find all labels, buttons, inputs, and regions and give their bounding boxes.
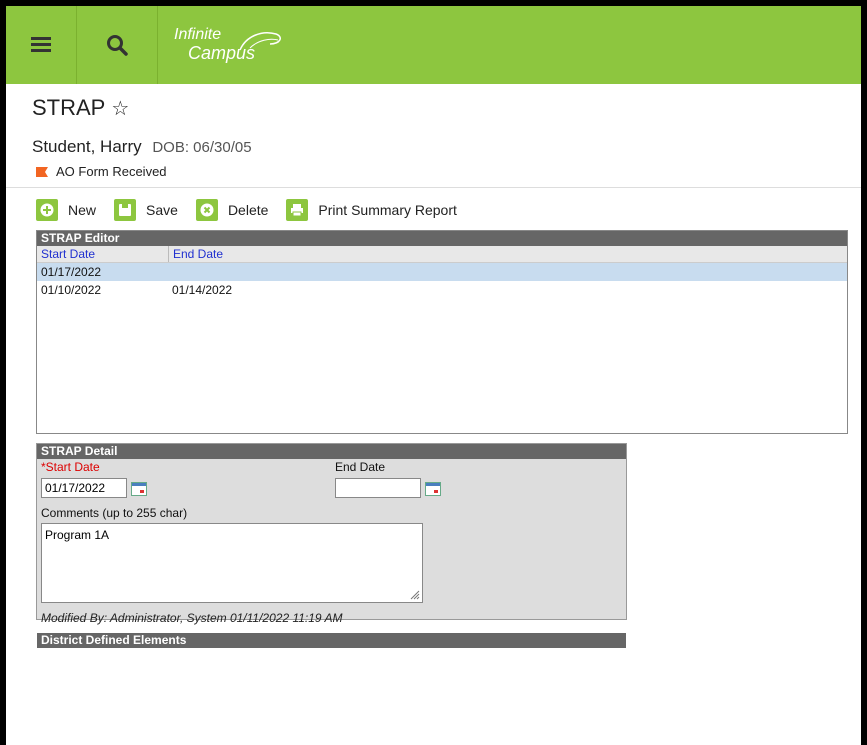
- star-icon[interactable]: ☆: [111, 96, 129, 121]
- student-name: Student, Harry: [32, 137, 142, 156]
- save-label: Save: [146, 202, 178, 218]
- top-bar: Infinite Campus: [6, 6, 861, 84]
- comments-textarea[interactable]: Program 1A: [41, 523, 423, 603]
- district-defined-elements-header[interactable]: District Defined Elements: [37, 633, 626, 648]
- page-title: STRAP ☆: [32, 95, 129, 121]
- calendar-icon[interactable]: [131, 482, 147, 496]
- search-button[interactable]: [77, 6, 158, 84]
- cell-end-date: 01/14/2022: [172, 283, 233, 297]
- start-date-label: *Start Date: [41, 460, 100, 474]
- strap-editor: STRAP Editor Start Date End Date 01/17/2…: [36, 230, 848, 434]
- cell-start-date: 01/17/2022: [41, 265, 102, 279]
- x-circle-icon: [195, 199, 218, 221]
- logo-swoosh-icon: [239, 32, 281, 51]
- print-label: Print Summary Report: [318, 202, 457, 218]
- infinite-campus-logo: Infinite Campus: [174, 26, 281, 62]
- cell-start-date: 01/10/2022: [41, 283, 102, 297]
- printer-icon: [286, 199, 309, 221]
- print-summary-report-button[interactable]: Print Summary Report: [286, 199, 457, 221]
- calendar-icon[interactable]: [425, 482, 441, 496]
- strap-detail: STRAP Detail *Start Date 01/17/2022 End …: [36, 443, 627, 648]
- editor-header: STRAP Editor: [37, 231, 847, 246]
- resize-grip-icon[interactable]: [410, 590, 420, 600]
- comments-text: Program 1A: [45, 528, 110, 542]
- cell-end-date: [168, 263, 172, 281]
- new-label: New: [68, 202, 97, 218]
- hamburger-icon: [31, 37, 51, 53]
- save-button[interactable]: Save: [114, 199, 178, 221]
- modified-by-text: Modified By: Administrator, System 01/11…: [41, 611, 343, 625]
- toolbar: New Save Delete Print Summary Report: [36, 198, 475, 222]
- menu-button[interactable]: [6, 6, 77, 84]
- save-icon: [114, 199, 137, 221]
- column-header-end-date[interactable]: End Date: [169, 246, 223, 262]
- start-date-field[interactable]: 01/17/2022: [41, 478, 127, 498]
- student-info: Student, Harry DOB: 06/30/05: [32, 137, 252, 157]
- column-header-start-date[interactable]: Start Date: [37, 246, 169, 262]
- end-date-label: End Date: [335, 460, 386, 474]
- plus-circle-icon: [36, 199, 58, 221]
- flag-icon: [36, 166, 48, 177]
- end-date-field[interactable]: [335, 478, 421, 498]
- header-divider: [6, 187, 861, 188]
- table-row[interactable]: 01/10/2022 01/14/2022: [37, 281, 847, 299]
- app-window: Infinite Campus STRAP ☆ Student, Harry D…: [6, 6, 861, 745]
- flag-text: AO Form Received: [56, 164, 167, 179]
- flag-row: AO Form Received: [36, 164, 167, 179]
- comments-label: Comments (up to 255 char): [41, 506, 188, 520]
- new-button[interactable]: New: [36, 199, 96, 221]
- search-icon: [107, 35, 128, 56]
- student-dob: DOB: 06/30/05: [152, 139, 252, 156]
- page-title-text: STRAP: [32, 95, 106, 120]
- delete-button[interactable]: Delete: [195, 199, 269, 221]
- table-row[interactable]: 01/17/2022: [37, 263, 847, 281]
- detail-header: STRAP Detail: [37, 444, 626, 459]
- editor-column-headers: Start Date End Date: [37, 246, 847, 263]
- delete-label: Delete: [227, 202, 269, 218]
